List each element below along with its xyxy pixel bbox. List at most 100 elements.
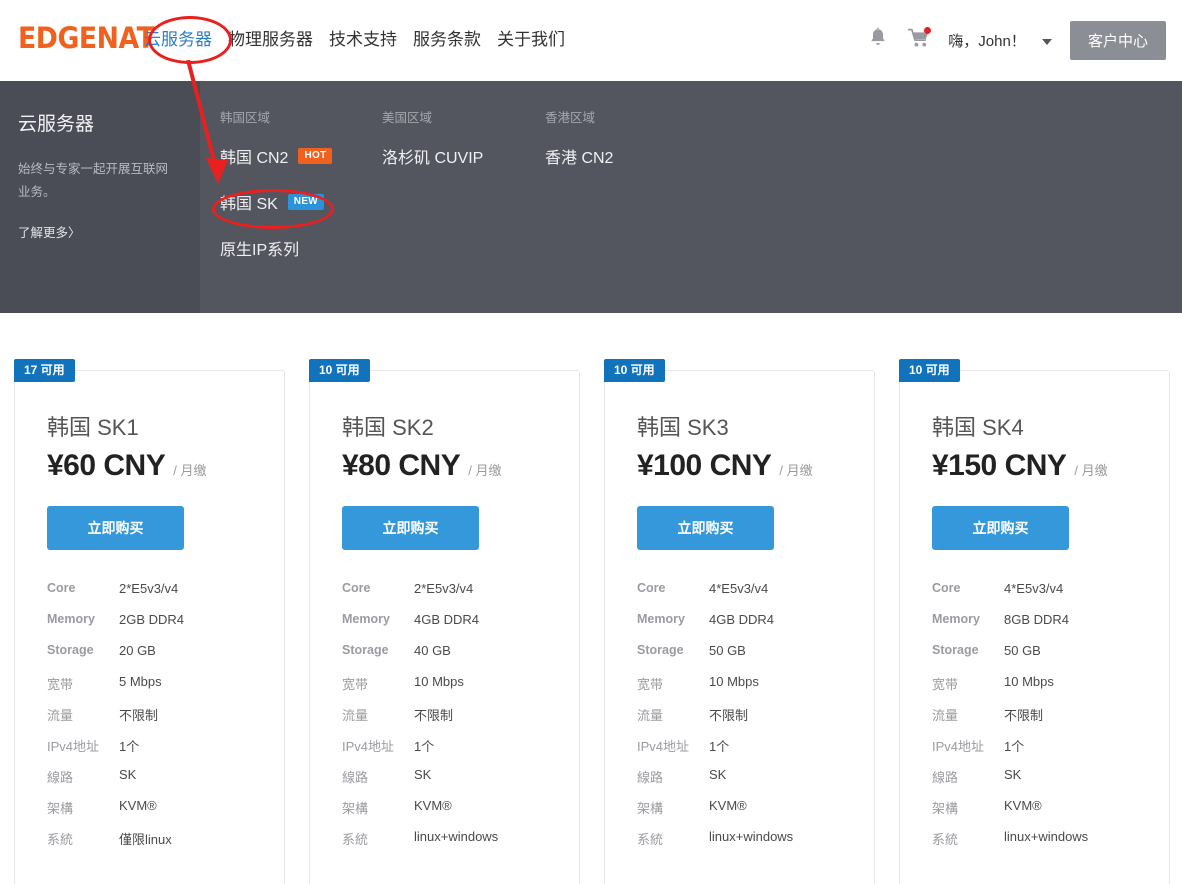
spec-key: 線路 [47,770,74,785]
column-heading-hongkong: 香港区域 [545,111,596,125]
spec-row: Core 4*E5v3/v4 [637,581,857,612]
spec-key: Storage [47,643,94,657]
spec-row: 宽带 10 Mbps [932,674,1152,705]
spec-key: 流量 [932,708,959,723]
menu-link-native-ip[interactable]: 原生IP系列 [220,236,332,260]
spec-key: IPv4地址 [637,739,690,754]
spec-value: 4GB DDR4 [709,612,775,627]
spec-key: 流量 [47,708,74,723]
spec-list: Core 2*E5v3/v4 Memory 4GB DDR4 Storage 40 G… [342,581,562,860]
spec-row: 架構 KVM® [932,798,1152,829]
spec-key: Core [342,581,371,595]
main-navigation: 云服务器 物理服务器 技术支持 服务条款 关于我们 [144,26,565,54]
spec-key: 流量 [342,708,369,723]
menu-link-hongkong-cn2[interactable]: 香港 CN2 [545,144,613,168]
spec-list: Core 4*E5v3/v4 Memory 4GB DDR4 Storage 50 G… [637,581,857,860]
spec-key: 線路 [932,770,959,785]
spec-value: 不限制 [709,708,749,723]
edgenat-logo[interactable]: EDGENAT [18,22,155,54]
spec-row: 流量 不限制 [47,705,267,736]
buy-now-button[interactable]: 立即购买 [47,506,184,550]
spec-row: 線路 SK [47,767,267,798]
menu-link-label: 原生IP系列 [220,242,300,259]
spec-key: Memory [47,612,95,626]
column-heading-korea: 韩国区域 [220,111,271,125]
spec-row: 系統 僅限linux [47,829,267,860]
spec-value: 10 Mbps [1004,674,1054,689]
spec-value: SK [414,767,432,782]
spec-value: 20 GB [119,643,156,658]
spec-row: Core 2*E5v3/v4 [342,581,562,612]
site-header: EDGENAT 云服务器 物理服务器 技术支持 服务条款 关于我们 嗨，John… [0,0,1182,80]
header-actions: 嗨，John！ 客户中心 [868,0,1166,80]
plan-title: 韩国 SK4 [932,415,1024,440]
spec-row: Core 2*E5v3/v4 [47,581,267,612]
spec-row: 流量 不限制 [342,705,562,736]
spec-value: 10 Mbps [414,674,464,689]
customer-center-button[interactable]: 客户中心 [1069,20,1166,60]
spec-value: 4*E5v3/v4 [1004,581,1064,596]
buy-now-button[interactable]: 立即购买 [932,506,1069,550]
spec-row: Memory 4GB DDR4 [637,612,857,643]
cloud-server-dropdown-menu: 云服务器 始终与专家一起开展互联网业务。 了解更多〉 韩国区域 韩国 CN2 H… [0,81,1182,313]
spec-value: 不限制 [414,708,454,723]
buy-now-button[interactable]: 立即购买 [637,506,774,550]
spec-key: 系統 [932,832,959,847]
spec-row: 架構 KVM® [637,798,857,829]
spec-key: Core [637,581,666,595]
menu-link-korea-sk[interactable]: 韩国 SK NEW [220,190,332,214]
spec-value: 50 GB [709,643,746,658]
user-greeting[interactable]: 嗨，John！ [948,30,1052,51]
spec-key: Core [932,581,961,595]
cart-icon[interactable] [908,27,932,53]
plan-title: 韩国 SK1 [47,415,139,440]
spec-key: 宽带 [637,677,664,692]
spec-row: Memory 8GB DDR4 [932,612,1152,643]
spec-key: 架構 [637,801,664,816]
spec-row: IPv4地址 1个 [932,736,1152,767]
spec-row: Storage 20 GB [47,643,267,674]
dropdown-column-usa: 美国区域 洛杉矶 CUVIP [382,107,483,190]
nav-item-cloud-server[interactable]: 云服务器 [144,26,212,54]
spec-row: 流量 不限制 [637,705,857,736]
buy-now-button[interactable]: 立即购买 [342,506,479,550]
spec-value: KVM® [119,798,157,813]
learn-more-link[interactable]: 了解更多〉 [18,222,180,241]
nav-item-tech-support[interactable]: 技术支持 [329,26,397,54]
spec-row: 系統 linux+windows [932,829,1152,860]
plan-price: ¥150 CNY / 月缴 [932,449,1108,483]
spec-key: 架構 [932,801,959,816]
menu-link-label: 韩国 CN2 [220,150,289,167]
nav-item-about-us[interactable]: 关于我们 [497,26,565,54]
spec-row: 宽带 5 Mbps [47,674,267,705]
spec-row: 宽带 10 Mbps [637,674,857,705]
spec-key: 線路 [637,770,664,785]
spec-value: 4GB DDR4 [414,612,480,627]
price-amount: ¥150 CNY [932,449,1067,482]
spec-row: 線路 SK [932,767,1152,798]
spec-row: 宽带 10 Mbps [342,674,562,705]
spec-key: 線路 [342,770,369,785]
chevron-down-icon[interactable] [1041,38,1052,45]
spec-value: 1个 [709,739,730,754]
dropdown-column-hongkong: 香港区域 香港 CN2 [545,107,613,190]
availability-badge: 10 可用 [604,359,665,382]
price-period: / 月缴 [1074,463,1108,478]
spec-value: 8GB DDR4 [1004,612,1070,627]
availability-badge: 10 可用 [309,359,370,382]
nav-item-terms[interactable]: 服务条款 [413,26,481,54]
spec-key: 宽带 [342,677,369,692]
spec-row: Storage 50 GB [932,643,1152,674]
pricing-card-sk1: 17 可用 韩国 SK1 ¥60 CNY / 月缴 立即购买 Core 2*E5v… [14,359,285,884]
price-period: / 月缴 [468,463,502,478]
menu-link-korea-cn2[interactable]: 韩国 CN2 HOT [220,144,333,168]
menu-link-los-angeles-cuvip[interactable]: 洛杉矶 CUVIP [382,144,483,168]
pricing-card-sk2: 10 可用 韩国 SK2 ¥80 CNY / 月缴 立即购买 Core 2*E5v… [309,359,580,884]
nav-item-physical-server[interactable]: 物理服务器 [228,26,313,54]
price-period: / 月缴 [173,463,207,478]
spec-key: 架構 [47,801,74,816]
bell-icon[interactable] [868,27,890,53]
user-greeting-label: 嗨，John！ [948,32,1026,50]
plan-price: ¥60 CNY / 月缴 [47,449,206,483]
spec-value: KVM® [709,798,747,813]
